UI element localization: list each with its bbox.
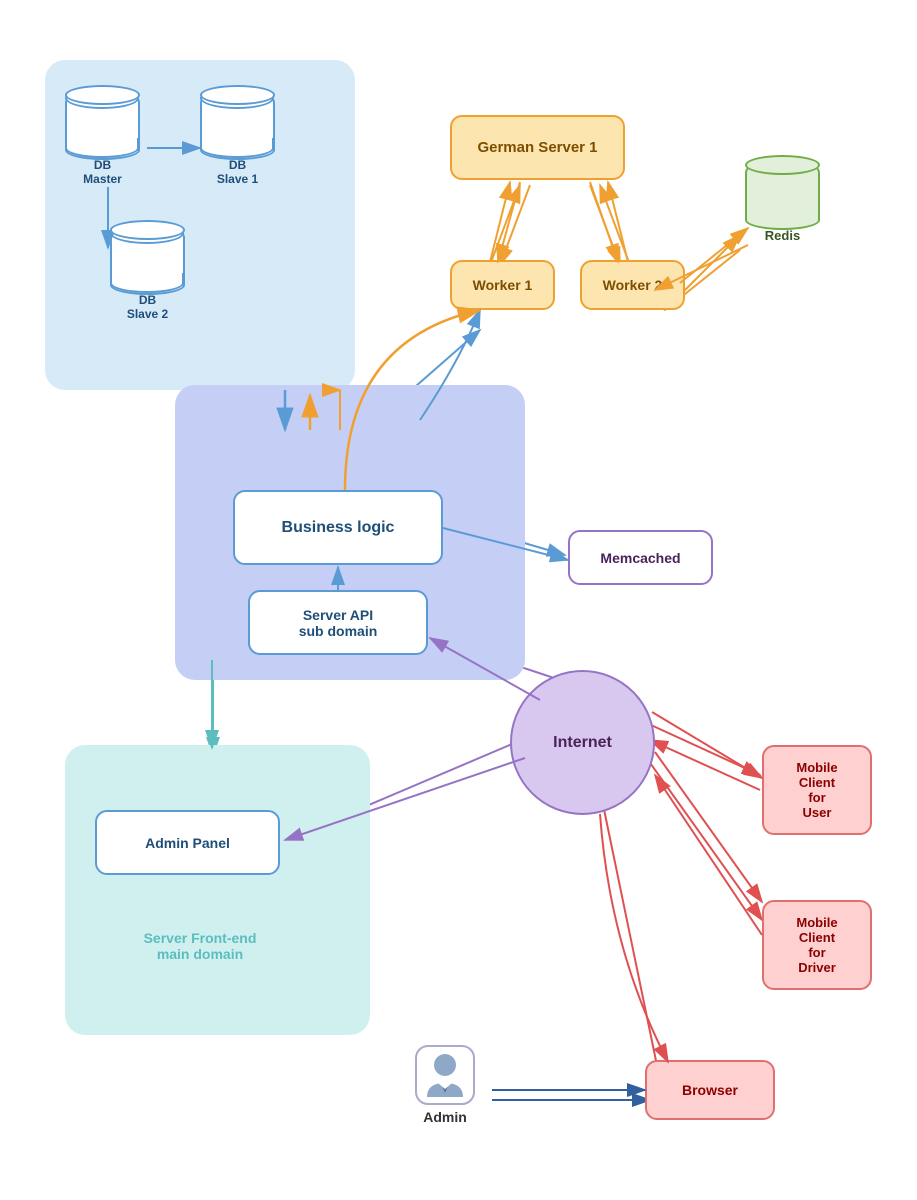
mobile-user-node: MobileClientforUser — [762, 745, 872, 835]
business-logic-node: Business logic — [233, 490, 443, 565]
server-api-node: Server APIsub domain — [248, 590, 428, 655]
admin-node: Admin — [400, 1045, 490, 1125]
german-server-node: German Server 1 — [450, 115, 625, 180]
memcached-node: Memcached — [568, 530, 713, 585]
redis-node: Redis — [745, 165, 820, 243]
db-slave1-node: DBSlave 1 — [200, 95, 275, 186]
mobile-driver-node: MobileClientforDriver — [762, 900, 872, 990]
browser-node: Browser — [645, 1060, 775, 1120]
frontend-label: Server Front-endmain domain — [100, 930, 300, 962]
diagram: DBMaster DBSlave 1 DBSlave 2 German Serv… — [0, 0, 917, 1200]
admin-avatar-icon — [415, 1045, 475, 1105]
worker2-node: Worker 2 — [580, 260, 685, 310]
db-slave2-node: DBSlave 2 — [110, 230, 185, 321]
frontend-region — [65, 745, 370, 1035]
admin-panel-node: Admin Panel — [95, 810, 280, 875]
db-master-node: DBMaster — [65, 95, 140, 186]
internet-node: Internet — [510, 670, 655, 815]
worker1-node: Worker 1 — [450, 260, 555, 310]
